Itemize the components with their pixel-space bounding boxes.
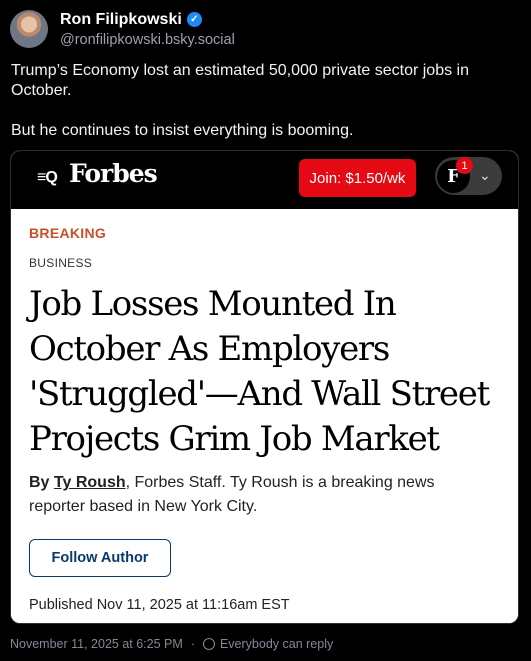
byline-prefix: By bbox=[29, 474, 50, 491]
breaking-label: BREAKING bbox=[29, 225, 107, 241]
post-header: Ron Filipkowski ✓ @ronfilipkowski.bsky.s… bbox=[10, 10, 235, 48]
post-footer: November 11, 2025 at 6:25 PM · Everybody… bbox=[10, 637, 333, 651]
forbes-logo[interactable]: Forbes bbox=[69, 159, 158, 188]
post-text-line: But he continues to insist everything is… bbox=[11, 122, 354, 139]
reply-settings-icon bbox=[202, 638, 215, 650]
notification-badge: 1 bbox=[456, 157, 473, 174]
article-preview: BREAKING BUSINESS Job Losses Mounted In … bbox=[11, 209, 518, 623]
post-timestamp[interactable]: November 11, 2025 at 6:25 PM bbox=[10, 637, 183, 651]
link-card[interactable]: ≡Q Forbes Join: $1.50/wk F 1 ⌄ BREAKING … bbox=[10, 150, 519, 624]
byline: By Ty Roush, Forbes Staff. Ty Roush is a… bbox=[29, 471, 449, 519]
headline[interactable]: Job Losses Mounted In October As Employe… bbox=[29, 282, 509, 462]
author-name[interactable]: Ron Filipkowski bbox=[60, 11, 182, 29]
author-handle[interactable]: @ronfilipkowski.bsky.social bbox=[60, 32, 235, 48]
chevron-down-icon[interactable]: ⌄ bbox=[479, 167, 491, 184]
author-name-row[interactable]: Ron Filipkowski ✓ bbox=[60, 11, 235, 29]
post-text-line: Trump’s Economy lost an estimated 50,000… bbox=[11, 62, 469, 99]
author-block: Ron Filipkowski ✓ @ronfilipkowski.bsky.s… bbox=[60, 11, 235, 48]
published-date: Published Nov 11, 2025 at 11:16am EST bbox=[29, 597, 290, 613]
forbes-topbar: ≡Q Forbes Join: $1.50/wk F 1 ⌄ bbox=[11, 151, 518, 209]
separator-dot: · bbox=[190, 637, 195, 651]
post-text: Trump’s Economy lost an estimated 50,000… bbox=[11, 61, 516, 161]
follow-author-button[interactable]: Follow Author bbox=[29, 539, 171, 577]
reply-setting[interactable]: Everybody can reply bbox=[220, 637, 333, 651]
byline-author-link[interactable]: Ty Roush bbox=[54, 474, 126, 491]
menu-search-icon[interactable]: ≡Q bbox=[37, 169, 58, 187]
section-label[interactable]: BUSINESS bbox=[29, 256, 92, 270]
avatar[interactable] bbox=[10, 10, 48, 48]
join-button[interactable]: Join: $1.50/wk bbox=[299, 159, 416, 197]
verified-check-icon: ✓ bbox=[186, 12, 202, 27]
